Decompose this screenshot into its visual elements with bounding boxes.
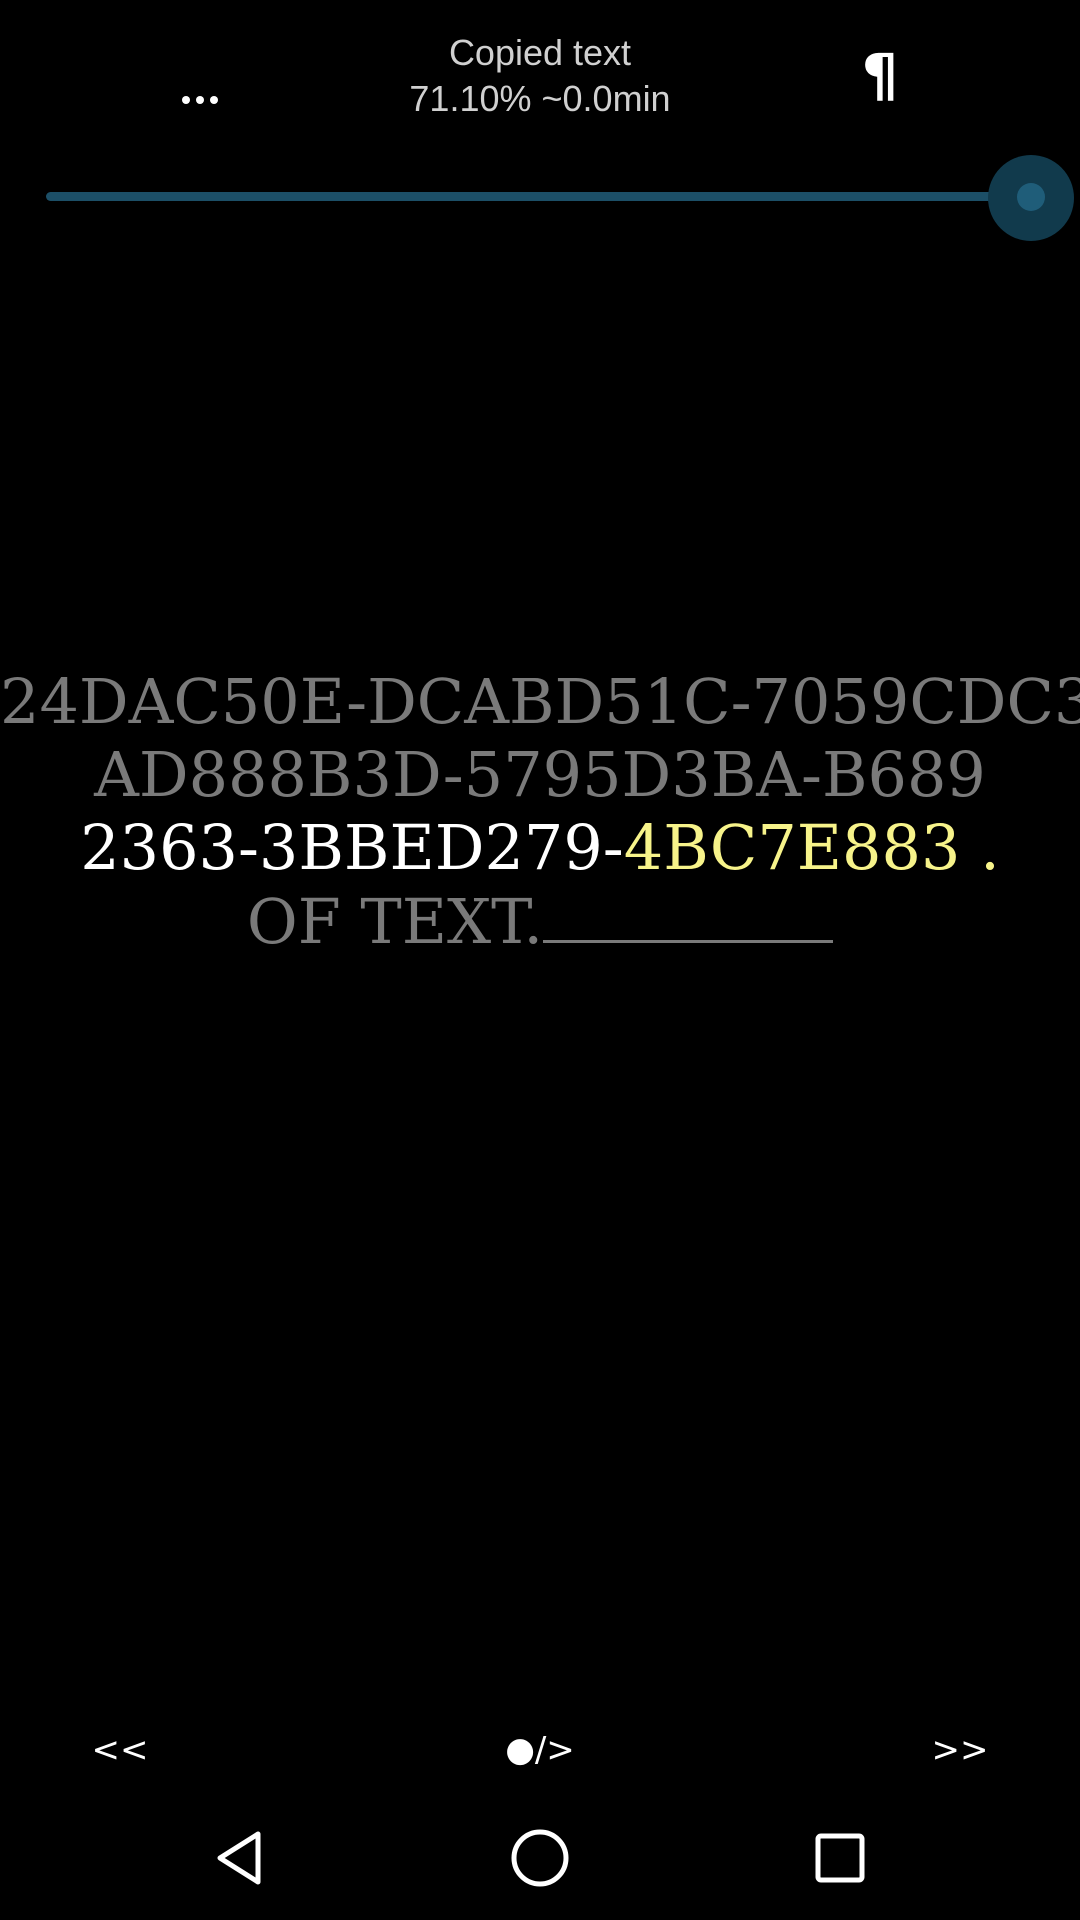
recents-square-icon [815, 1833, 865, 1883]
title-block: Copied text 71.10% ~0.0min [340, 30, 740, 122]
paragraph-button[interactable]: ¶ [850, 40, 910, 110]
current-word-span: 2363-3BBED279- [80, 811, 624, 884]
position-slider[interactable] [46, 150, 1074, 245]
text-line: OF TEXT. [0, 884, 1080, 958]
document-title: Copied text [448, 32, 632, 73]
reading-progress-text: 71.10% ~0.0min [409, 78, 671, 119]
text-line-content: OF TEXT. [246, 885, 544, 958]
trailing-underline [543, 884, 834, 943]
nav-home-button[interactable] [500, 1818, 580, 1898]
rewind-button[interactable]: << [80, 1720, 160, 1780]
home-circle-icon [511, 1829, 569, 1887]
text-line: AD888B3D-5795D3BA-B689 [94, 738, 986, 811]
pilcrow-icon: ¶ [861, 41, 899, 109]
system-navigation-bar [0, 1800, 1080, 1920]
current-text-line: 2363-3BBED279-4BC7E883 . [0, 811, 1080, 884]
fast-forward-button[interactable]: >> [920, 1720, 1000, 1780]
slider-track[interactable] [46, 192, 1033, 201]
highlighted-word: 4BC7E883 . [623, 811, 1000, 884]
slider-thumb[interactable] [1017, 183, 1045, 211]
reading-area[interactable]: 24DAC50E-DCABD51C-7059CDC3- AD888B3D-579… [0, 665, 1080, 958]
more-horizontal-icon [182, 96, 218, 104]
top-bar: Copied text 71.10% ~0.0min ¶ [0, 0, 1080, 150]
nav-recents-button[interactable] [800, 1818, 880, 1898]
play-pause-button[interactable]: ●/> [490, 1720, 590, 1780]
text-line: 24DAC50E-DCABD51C-7059CDC3- [0, 665, 1080, 738]
reader-controls: << ●/> >> [0, 1720, 1080, 1780]
back-triangle-icon [217, 1831, 261, 1885]
more-menu-button[interactable] [160, 70, 240, 130]
nav-back-button[interactable] [200, 1818, 280, 1898]
